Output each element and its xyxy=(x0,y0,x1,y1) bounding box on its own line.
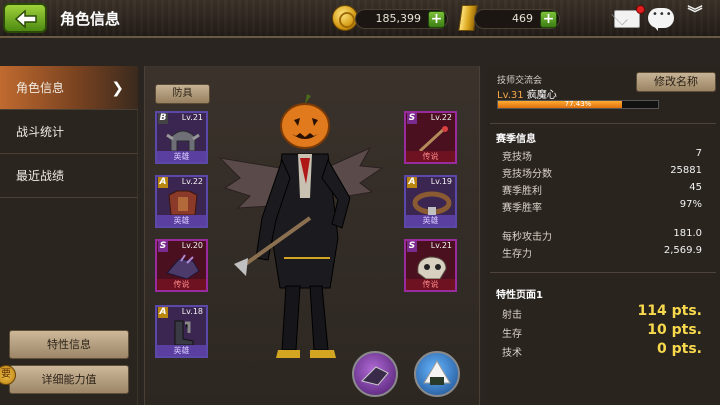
add-gold-button[interactable]: + xyxy=(540,11,557,28)
sidebar-item-label: 最近战绩 xyxy=(16,169,65,183)
trait-label: 技术 xyxy=(502,348,522,359)
level-label: Lv.20 xyxy=(181,241,203,250)
season-info-title: 赛季信息 xyxy=(496,134,536,145)
chat-icon[interactable] xyxy=(648,8,674,31)
level-label: Lv.22 xyxy=(181,177,203,186)
stat-label: 赛季胜利 xyxy=(502,186,542,197)
sidebar-item-recent-records[interactable]: 最近战绩 xyxy=(0,154,138,198)
coin-amount: 185,399 xyxy=(375,12,422,25)
equipment-slot-helmet[interactable]: B Lv.21 英雄 xyxy=(155,111,208,164)
helmet-icon xyxy=(166,130,200,152)
xp-percent: 77.43% xyxy=(564,100,592,108)
tier-label: 传说 xyxy=(157,279,206,290)
claw-icon xyxy=(361,366,389,386)
page-title: 角色信息 xyxy=(60,10,121,28)
level-label: Lv.22 xyxy=(430,113,452,122)
chevron-right-icon: ❯ xyxy=(111,79,124,97)
tier-label: 英雄 xyxy=(157,345,206,356)
divider xyxy=(490,272,716,273)
trait-label: 生存 xyxy=(502,329,522,340)
grade-label: S xyxy=(407,113,417,124)
trait-page-title: 特性页面1 xyxy=(496,290,543,301)
stat-value: 181.0 xyxy=(673,228,702,239)
gold-counter: 469 + xyxy=(474,9,560,29)
stat-value: 7 xyxy=(695,148,702,159)
stat-label: 每秒攻击力 xyxy=(502,232,552,243)
tier-label: 传说 xyxy=(406,151,455,162)
tier-label: 英雄 xyxy=(157,151,206,162)
armor-tab-button[interactable]: 防具 xyxy=(155,84,210,104)
stat-value: 2,569.9 xyxy=(663,245,702,256)
trait-value: 0 pts. xyxy=(657,341,702,357)
stat-value: 25881 xyxy=(670,165,702,176)
tier-label: 传说 xyxy=(406,279,455,290)
trait-value: 114 pts. xyxy=(637,303,702,319)
grade-label: S xyxy=(407,241,417,252)
skull-icon xyxy=(417,256,447,280)
skill-orb-consumable[interactable] xyxy=(414,351,460,397)
gauntlet-icon xyxy=(166,254,200,280)
stat-label: 生存力 xyxy=(502,249,532,260)
back-arrow-icon xyxy=(14,9,37,29)
trait-label: 射击 xyxy=(502,310,522,321)
guild-name: 技师交流会 xyxy=(497,76,543,86)
grade-label: A xyxy=(407,177,417,188)
trait-value: 10 pts. xyxy=(647,322,702,338)
sidebar-item-label: 战斗统计 xyxy=(16,125,65,139)
sidebar-item-battle-stats[interactable]: 战斗统计 xyxy=(0,110,138,154)
stat-row: 竞技场分数 25881 xyxy=(502,165,702,181)
stat-row: 赛季胜利 45 xyxy=(502,182,702,198)
stat-row: 生存力 2,569.9 xyxy=(502,245,702,261)
tier-label: 英雄 xyxy=(406,215,455,226)
grade-label: A xyxy=(158,307,168,318)
equipment-slot-weapon[interactable]: S Lv.22 传说 xyxy=(404,111,457,164)
stat-value: 45 xyxy=(689,182,702,193)
level-label: Lv.21 xyxy=(181,113,203,122)
add-coins-button[interactable]: + xyxy=(428,11,445,28)
gold-amount: 469 xyxy=(512,12,533,25)
grade-label: A xyxy=(158,177,168,188)
boots-icon xyxy=(174,320,194,346)
armor-icon xyxy=(168,190,198,216)
rename-button[interactable]: 修改名称 xyxy=(636,72,716,92)
back-button[interactable] xyxy=(3,3,47,33)
equipment-slot-gloves[interactable]: S Lv.20 传说 xyxy=(155,239,208,292)
tier-label: 英雄 xyxy=(157,215,206,226)
trait-info-button[interactable]: 特性信息 xyxy=(9,330,129,359)
character-model xyxy=(218,94,384,358)
level-label: Lv.18 xyxy=(181,307,203,316)
rice-ball-icon xyxy=(423,360,451,385)
level-label: Lv.21 xyxy=(430,241,452,250)
divider xyxy=(490,123,716,124)
equipment-slot-belt[interactable]: A Lv.19 英雄 xyxy=(404,175,457,228)
player-level-name: Lv.31 疯魔心 xyxy=(497,86,557,101)
stat-label: 竞技场 xyxy=(502,152,532,163)
xp-bar: 77.43% xyxy=(497,100,659,109)
belt-icon xyxy=(412,191,452,215)
stat-label: 竞技场分数 xyxy=(502,169,552,180)
detail-stats-button[interactable]: 详细能力值 xyxy=(9,365,129,394)
trait-row: 技术 0 pts. xyxy=(502,341,702,364)
sidebar-item-character-info[interactable]: 角色信息 ❯ xyxy=(0,66,138,110)
stat-value: 97% xyxy=(679,199,702,210)
skill-orb-weapon[interactable] xyxy=(352,351,398,397)
stat-row: 每秒攻击力 181.0 xyxy=(502,228,702,244)
equipment-slot-pet[interactable]: S Lv.21 传说 xyxy=(404,239,457,292)
equipment-slot-armor[interactable]: A Lv.22 英雄 xyxy=(155,175,208,228)
coin-counter: 185,399 + xyxy=(355,9,448,29)
collapse-menu-icon[interactable]: ︾ xyxy=(684,6,706,30)
grade-label: S xyxy=(158,241,168,252)
equipment-slot-boots[interactable]: A Lv.18 英雄 xyxy=(155,305,208,358)
level-label: Lv.19 xyxy=(430,177,452,186)
notification-dot-icon xyxy=(636,5,645,14)
grade-label: B xyxy=(158,113,168,124)
stat-label: 赛季胜率 xyxy=(502,203,542,214)
mail-icon[interactable] xyxy=(614,10,640,28)
stat-row: 竞技场 7 xyxy=(502,148,702,164)
sidebar-item-label: 角色信息 xyxy=(16,81,65,95)
staff-icon xyxy=(418,126,448,153)
stat-row: 赛季胜率 97% xyxy=(502,199,702,215)
